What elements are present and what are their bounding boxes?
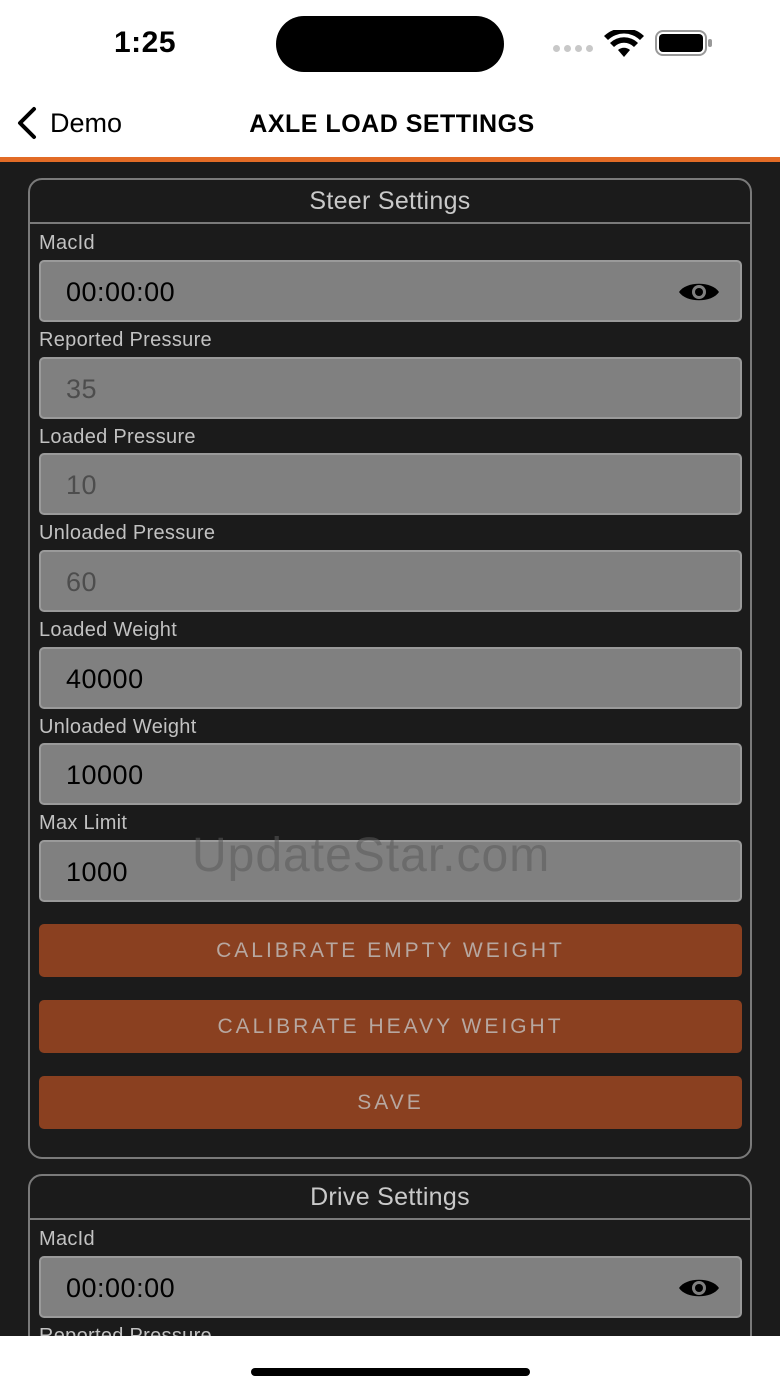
calibrate-empty-weight-button[interactable]: CALIBRATE EMPTY WEIGHT (39, 924, 742, 977)
steer-max-limit-field[interactable]: 1000 (39, 840, 742, 902)
steer-unloaded-weight-label: Unloaded Weight (39, 716, 197, 738)
steer-loaded-weight-value: 40000 (66, 664, 144, 694)
steer-loaded-pressure-value: 10 (66, 470, 98, 500)
steer-loaded-pressure-field: 10 (39, 453, 742, 515)
steer-loaded-pressure-label: Loaded Pressure (39, 426, 196, 448)
steer-unloaded-pressure-value: 60 (66, 567, 98, 597)
drive-macid-label: MacId (39, 1228, 95, 1250)
settings-content[interactable]: Steer Settings MacId 00:00:00 Reported P… (0, 162, 780, 1336)
calibrate-heavy-weight-button[interactable]: CALIBRATE HEAVY WEIGHT (39, 1000, 742, 1053)
status-bar: 1:25 (0, 0, 780, 88)
navigation-bar: Demo AXLE LOAD SETTINGS (0, 88, 780, 158)
steer-reported-pressure-label: Reported Pressure (39, 329, 212, 351)
steer-unloaded-weight-field[interactable]: 10000 (39, 743, 742, 805)
steer-unloaded-pressure-label: Unloaded Pressure (39, 522, 216, 544)
battery-icon (655, 30, 712, 56)
cellular-signal-icon (553, 45, 593, 52)
steer-reported-pressure-field: 35 (39, 357, 742, 419)
steer-settings-header: Steer Settings (30, 180, 750, 224)
drive-macid-value: 00:00:00 (66, 1273, 176, 1303)
page-title: AXLE LOAD SETTINGS (249, 110, 535, 138)
steer-max-limit-value: 1000 (66, 857, 129, 887)
steer-macid-field[interactable]: 00:00:00 (39, 260, 742, 322)
steer-unloaded-pressure-field: 60 (39, 550, 742, 612)
drive-reported-pressure-label: Reported Pressure (39, 1325, 212, 1336)
steer-settings-panel: Steer Settings MacId 00:00:00 Reported P… (28, 178, 752, 1159)
drive-settings-panel: Drive Settings MacId 00:00:00 Reported P… (28, 1174, 752, 1336)
drive-macid-field[interactable]: 00:00:00 (39, 1256, 742, 1318)
home-indicator[interactable] (251, 1368, 530, 1376)
eye-icon[interactable] (678, 1275, 720, 1301)
wifi-icon (604, 30, 644, 57)
steer-macid-value: 00:00:00 (66, 277, 176, 307)
steer-loaded-weight-label: Loaded Weight (39, 619, 178, 641)
save-button[interactable]: SAVE (39, 1076, 742, 1129)
drive-settings-header: Drive Settings (30, 1176, 750, 1220)
steer-loaded-weight-field[interactable]: 40000 (39, 647, 742, 709)
status-time: 1:25 (114, 26, 177, 59)
steer-unloaded-weight-value: 10000 (66, 760, 144, 790)
eye-icon[interactable] (678, 279, 720, 305)
steer-reported-pressure-value: 35 (66, 374, 98, 404)
home-indicator-area (0, 1336, 780, 1387)
steer-macid-label: MacId (39, 232, 95, 254)
dynamic-island (276, 16, 504, 72)
steer-max-limit-label: Max Limit (39, 812, 128, 834)
